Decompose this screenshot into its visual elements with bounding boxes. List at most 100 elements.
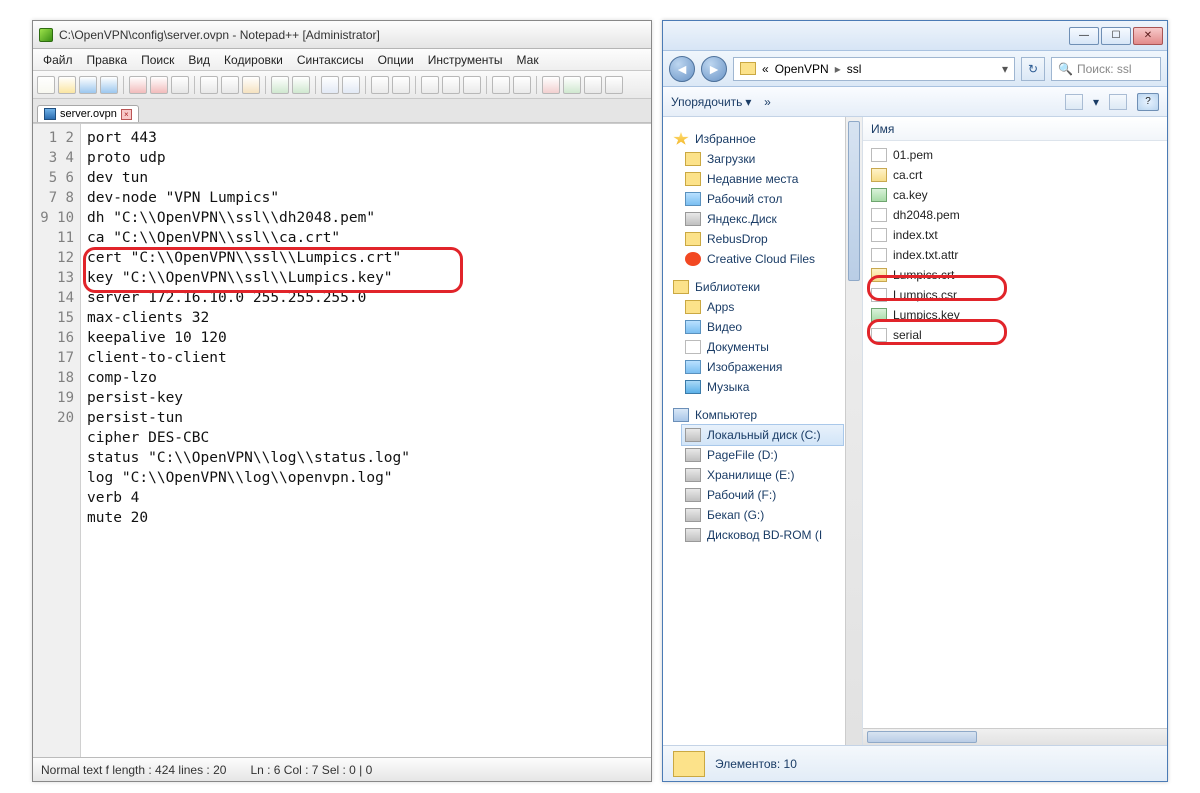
tree-scrollbar[interactable] (845, 117, 862, 745)
tree-section[interactable]: Избранное (663, 129, 862, 149)
address-bar[interactable]: « OpenVPN ▸ ssl ▾ (733, 57, 1015, 81)
minimize-button[interactable]: — (1069, 27, 1099, 45)
redo-button[interactable] (292, 76, 310, 94)
file-item[interactable]: ca.crt (863, 165, 1167, 185)
replace-button[interactable] (342, 76, 360, 94)
list-h-scrollbar[interactable] (863, 728, 1167, 745)
save-button[interactable] (79, 76, 97, 94)
file-item[interactable]: 01.pem (863, 145, 1167, 165)
tree-item[interactable]: Загрузки (663, 149, 862, 169)
tree-section[interactable]: Компьютер (663, 405, 862, 425)
file-item[interactable]: index.txt.attr (863, 245, 1167, 265)
view-options-button[interactable] (1065, 94, 1083, 110)
file-name: ca.key (893, 188, 928, 202)
tab-server-ovpn[interactable]: server.ovpn × (37, 105, 139, 122)
tree-item[interactable]: Изображения (663, 357, 862, 377)
menu-инструменты[interactable]: Инструменты (422, 51, 509, 69)
macro-rec-button[interactable] (542, 76, 560, 94)
menu-мак[interactable]: Мак (511, 51, 545, 69)
showall-button[interactable] (442, 76, 460, 94)
file-item[interactable]: serial (863, 325, 1167, 345)
npp-titlebar[interactable]: C:\OpenVPN\config\server.ovpn - Notepad+… (33, 21, 651, 49)
find-button[interactable] (321, 76, 339, 94)
tree-item[interactable]: PageFile (D:) (663, 445, 862, 465)
print-button[interactable] (171, 76, 189, 94)
help-button[interactable]: ? (1137, 93, 1159, 111)
tree-item[interactable]: Рабочий (F:) (663, 485, 862, 505)
file-item[interactable]: ca.key (863, 185, 1167, 205)
close-button[interactable] (129, 76, 147, 94)
tree-item[interactable]: Яндекс.Диск (663, 209, 862, 229)
nav-tree[interactable]: ИзбранноеЗагрузкиНедавние местаРабочий с… (663, 117, 863, 745)
open-button[interactable] (58, 76, 76, 94)
menu-правка[interactable]: Правка (81, 51, 134, 69)
func-button[interactable] (492, 76, 510, 94)
search-placeholder: Поиск: ssl (1077, 62, 1132, 76)
ico-fld-icon (685, 172, 701, 186)
explorer-titlebar[interactable]: — ☐ ✕ (663, 21, 1167, 51)
back-button[interactable]: ◄ (669, 56, 695, 82)
macro-play-button[interactable] (563, 76, 581, 94)
editor-area[interactable]: 1 2 3 4 5 6 7 8 9 10 11 12 13 14 15 16 1… (33, 123, 651, 757)
file-item[interactable]: Lumpics.crt (863, 265, 1167, 285)
file-item[interactable]: Lumpics.csr (863, 285, 1167, 305)
macro-mult-button[interactable] (605, 76, 623, 94)
organize-menu[interactable]: Упорядочить ▾ » (671, 95, 771, 109)
file-item[interactable]: Lumpics.key (863, 305, 1167, 325)
menu-опции[interactable]: Опции (372, 51, 420, 69)
zoom-in-button[interactable] (371, 76, 389, 94)
macro-stop-button[interactable] (584, 76, 602, 94)
breadcrumb-2[interactable]: ssl (847, 62, 862, 76)
tree-section[interactable]: Библиотеки (663, 277, 862, 297)
cut-button[interactable] (200, 76, 218, 94)
menu-вид[interactable]: Вид (182, 51, 216, 69)
menu-файл[interactable]: Файл (37, 51, 79, 69)
tree-item[interactable]: Рабочий стол (663, 189, 862, 209)
closeall-button[interactable] (150, 76, 168, 94)
column-header[interactable]: Имя (863, 117, 1167, 141)
tree-item[interactable]: Видео (663, 317, 862, 337)
explorer-body: ИзбранноеЗагрузкиНедавние местаРабочий с… (663, 117, 1167, 745)
new-button[interactable] (37, 76, 55, 94)
undo-button[interactable] (271, 76, 289, 94)
tree-item[interactable]: Локальный диск (C:) (681, 424, 844, 446)
menu-кодировки[interactable]: Кодировки (218, 51, 289, 69)
doc-map-button[interactable] (513, 76, 531, 94)
maximize-button[interactable]: ☐ (1101, 27, 1131, 45)
copy-button[interactable] (221, 76, 239, 94)
search-box[interactable]: 🔍 Поиск: ssl (1051, 57, 1161, 81)
file-item[interactable]: dh2048.pem (863, 205, 1167, 225)
saveall-button[interactable] (100, 76, 118, 94)
tree-item[interactable]: Недавние места (663, 169, 862, 189)
address-dropdown-icon[interactable]: ▾ (1002, 62, 1008, 76)
wrap-button[interactable] (421, 76, 439, 94)
zoom-out-button[interactable] (392, 76, 410, 94)
scrollbar-thumb[interactable] (848, 121, 860, 281)
menu-синтаксисы[interactable]: Синтаксисы (291, 51, 370, 69)
preview-pane-button[interactable] (1109, 94, 1127, 110)
refresh-button[interactable]: ↻ (1021, 57, 1045, 81)
forward-button[interactable]: ► (701, 56, 727, 82)
toolbar-more[interactable]: » (764, 95, 771, 109)
file-item[interactable]: index.txt (863, 225, 1167, 245)
column-name[interactable]: Имя (871, 122, 894, 136)
tree-item[interactable]: RebusDrop (663, 229, 862, 249)
menu-поиск[interactable]: Поиск (135, 51, 180, 69)
tree-item[interactable]: Хранилище (E:) (663, 465, 862, 485)
paste-button[interactable] (242, 76, 260, 94)
scrollbar-thumb[interactable] (867, 731, 977, 743)
tree-item[interactable]: Музыка (663, 377, 862, 397)
tree-item[interactable]: Creative Cloud Files (663, 249, 862, 269)
close-button[interactable]: ✕ (1133, 27, 1163, 45)
close-tab-icon[interactable]: × (121, 109, 132, 120)
file-list[interactable]: Имя 01.pemca.crtca.keydh2048.pemindex.tx… (863, 117, 1167, 745)
tree-item[interactable]: Дисковод BD-ROM (I (663, 525, 862, 545)
tree-item[interactable]: Документы (663, 337, 862, 357)
tree-item[interactable]: Бекап (G:) (663, 505, 862, 525)
chevron-down-icon[interactable]: ▾ (1093, 95, 1099, 109)
guide-button[interactable] (463, 76, 481, 94)
code-content[interactable]: port 443 proto udp dev tun dev-node "VPN… (81, 124, 651, 757)
tree-item[interactable]: Apps (663, 297, 862, 317)
breadcrumb-1[interactable]: OpenVPN (775, 62, 829, 76)
ico-fld-icon (685, 232, 701, 246)
